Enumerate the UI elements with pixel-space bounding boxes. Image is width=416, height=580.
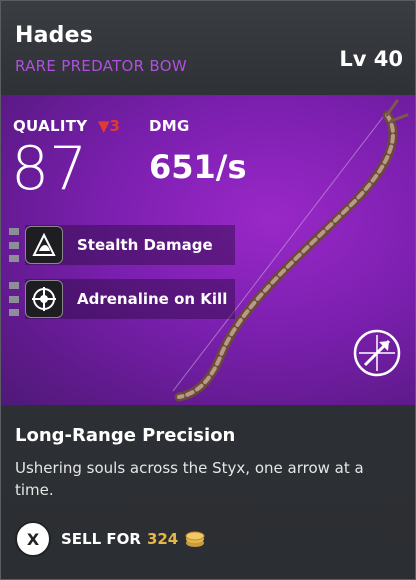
- damage-label: DMG: [149, 117, 190, 135]
- quality-value: 87: [11, 134, 88, 204]
- perk-row[interactable]: Stealth Damage: [9, 225, 235, 265]
- coin-stack-icon: [185, 531, 205, 547]
- predator-bow-class-icon: [353, 329, 401, 377]
- perk-bar: Adrenaline on Kill: [25, 279, 235, 319]
- item-name: Hades: [15, 23, 94, 48]
- perk-label: Stealth Damage: [77, 236, 213, 254]
- quality-change: ▼3: [98, 117, 120, 135]
- sell-action[interactable]: X SELL FOR 324: [15, 521, 206, 557]
- sell-label: SELL FOR: [61, 530, 141, 548]
- item-preview-panel: QUALITY ▼3 DMG 87 651/s Stealth Damage A…: [1, 95, 415, 405]
- perk-row[interactable]: Adrenaline on Kill: [9, 279, 235, 319]
- item-rarity: RARE PREDATOR BOW: [15, 57, 187, 75]
- stealth-assassin-icon: [25, 226, 63, 264]
- damage-value: 651/s: [149, 148, 247, 186]
- quality-label: QUALITY: [13, 117, 88, 135]
- perk-tier-pips: [9, 282, 19, 316]
- item-card: Hades RARE PREDATOR BOW Lv 40 QUALITY ▼3…: [0, 0, 416, 580]
- ability-title: Long-Range Precision: [15, 425, 236, 446]
- item-level: Lv 40: [339, 47, 403, 71]
- adrenaline-crosshair-icon: [25, 280, 63, 318]
- sell-price: 324: [146, 530, 179, 548]
- perk-tier-pips: [9, 228, 19, 262]
- perk-bar: Stealth Damage: [25, 225, 235, 265]
- x-button-icon[interactable]: X: [15, 521, 51, 557]
- item-header: Hades RARE PREDATOR BOW Lv 40: [1, 1, 415, 95]
- ability-description: Ushering souls across the Styx, one arro…: [15, 459, 364, 499]
- perk-label: Adrenaline on Kill: [77, 290, 228, 308]
